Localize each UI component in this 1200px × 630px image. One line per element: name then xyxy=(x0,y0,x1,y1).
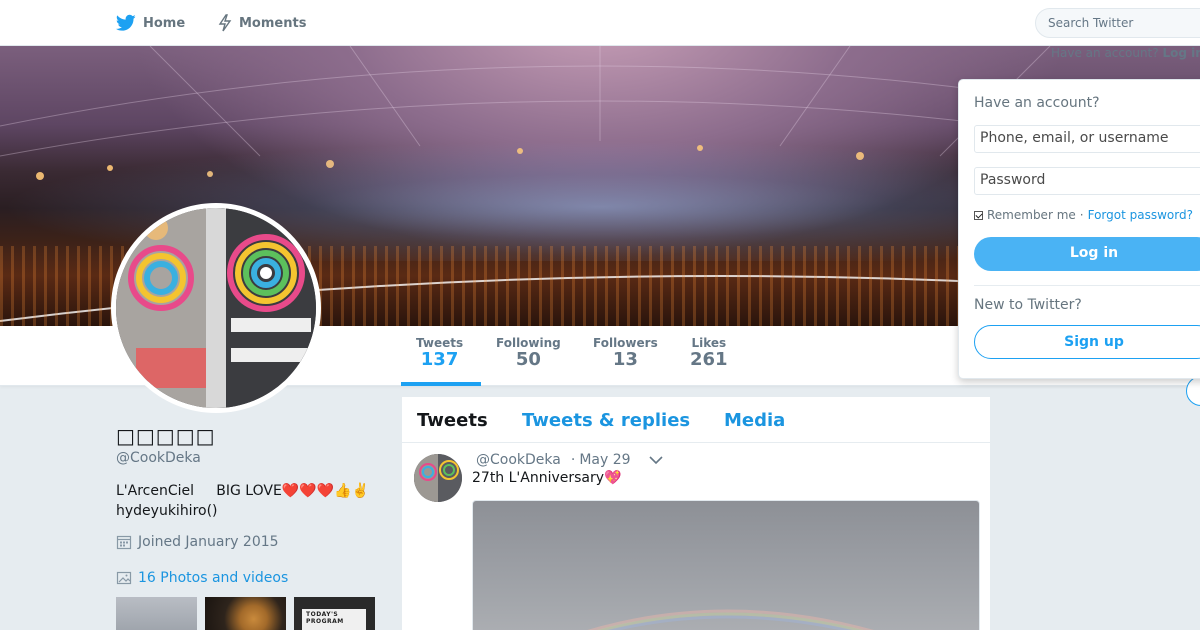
stat-value: 50 xyxy=(515,349,541,370)
stat-value: 261 xyxy=(690,349,728,370)
have-account-link[interactable]: Have an account? Log in xyxy=(1051,46,1200,60)
remember-row: Remember me · Forgot password? xyxy=(974,208,1193,222)
login-title: Have an account? xyxy=(974,95,1100,111)
thumbnail-program-text: TODAY'S PROGRAM xyxy=(302,609,366,630)
tweet-image[interactable] xyxy=(472,500,980,630)
image-icon xyxy=(116,571,132,585)
stat-label: Following xyxy=(496,336,561,350)
tweet-text: 27th L'Anniversary💖 xyxy=(472,470,622,486)
password-placeholder: Password xyxy=(980,172,1046,188)
login-link[interactable]: Log in xyxy=(1162,46,1200,60)
search-input[interactable]: Search Twitter xyxy=(1035,8,1200,38)
stat-following[interactable]: Following 50 xyxy=(496,336,561,370)
chevron-down-icon[interactable] xyxy=(648,455,663,465)
tweet-header: @CookDeka · May 29 xyxy=(476,452,663,468)
profile-bio: L'ArcenCiel BIG LOVE❤️❤️❤️👍✌️ hydeyukihi… xyxy=(116,483,369,519)
stat-value: 13 xyxy=(612,349,638,370)
profile-handle[interactable]: @CookDeka xyxy=(116,450,201,466)
login-divider xyxy=(974,285,1200,286)
stat-followers[interactable]: Followers 13 xyxy=(593,336,658,370)
nav-moments[interactable]: Moments xyxy=(218,0,306,46)
remember-label[interactable]: Remember me xyxy=(987,208,1076,222)
stat-likes[interactable]: Likes 261 xyxy=(690,336,728,370)
tweet-avatar-image xyxy=(414,454,462,502)
stat-tweets[interactable]: Tweets 137 xyxy=(416,336,463,370)
profile-name[interactable]: □□□□□ xyxy=(116,424,215,448)
profile-avatar[interactable] xyxy=(111,203,321,413)
tab-media[interactable]: Media xyxy=(724,410,785,431)
password-field[interactable]: Password xyxy=(974,167,1200,195)
remember-separator: · xyxy=(1079,208,1084,222)
stat-value: 137 xyxy=(420,349,459,370)
timeline-tabs: Tweets Tweets & replies Media xyxy=(402,397,990,443)
stat-label: Tweets xyxy=(416,336,464,350)
forgot-password-link[interactable]: Forgot password? xyxy=(1088,208,1193,222)
rainbow-image xyxy=(587,609,874,630)
stat-label: Followers xyxy=(593,336,658,350)
photos-videos-link[interactable]: 16 Photos and videos xyxy=(116,570,288,586)
remember-checkbox[interactable] xyxy=(974,210,983,220)
tweet-avatar[interactable] xyxy=(414,454,462,502)
joined-text: Joined January 2015 xyxy=(138,534,279,550)
tab-tweets-replies[interactable]: Tweets & replies xyxy=(522,410,690,431)
timeline: Tweets Tweets & replies Media @CookDeka … xyxy=(402,397,990,630)
tweet-handle[interactable]: @CookDeka xyxy=(476,452,561,468)
avatar-image xyxy=(116,208,316,408)
media-thumbnail[interactable] xyxy=(116,597,197,630)
nav-moments-label: Moments xyxy=(239,15,307,31)
lightning-icon xyxy=(218,14,232,32)
nav-home[interactable]: Home xyxy=(116,0,185,46)
nav-home-label: Home xyxy=(143,15,186,31)
tweet-dot: · xyxy=(570,452,576,468)
login-dropdown: Have an account? Phone, email, or userna… xyxy=(958,79,1200,379)
login-button[interactable]: Log in xyxy=(974,237,1200,271)
photos-videos-label: 16 Photos and videos xyxy=(138,570,289,586)
media-thumbnail[interactable] xyxy=(205,597,286,630)
profile-action-button[interactable] xyxy=(1186,376,1200,406)
stat-label: Likes xyxy=(691,336,727,350)
tab-tweets[interactable]: Tweets xyxy=(417,410,488,431)
tweet-date[interactable]: May 29 xyxy=(579,452,630,468)
signup-button[interactable]: Sign up xyxy=(974,325,1200,359)
twitter-bird-icon xyxy=(116,14,136,31)
username-field[interactable]: Phone, email, or username xyxy=(974,125,1200,153)
new-to-twitter-text: New to Twitter? xyxy=(974,297,1082,313)
top-navigation: Home Moments Search Twitter xyxy=(0,0,1200,46)
profile-joined: Joined January 2015 xyxy=(116,534,279,550)
media-thumbnail[interactable]: TODAY'S PROGRAM xyxy=(294,597,375,630)
calendar-icon xyxy=(116,535,132,550)
username-placeholder: Phone, email, or username xyxy=(980,130,1169,146)
search-placeholder: Search Twitter xyxy=(1048,16,1134,30)
have-account-text: Have an account? xyxy=(1051,46,1159,60)
active-stat-underline xyxy=(401,382,481,386)
